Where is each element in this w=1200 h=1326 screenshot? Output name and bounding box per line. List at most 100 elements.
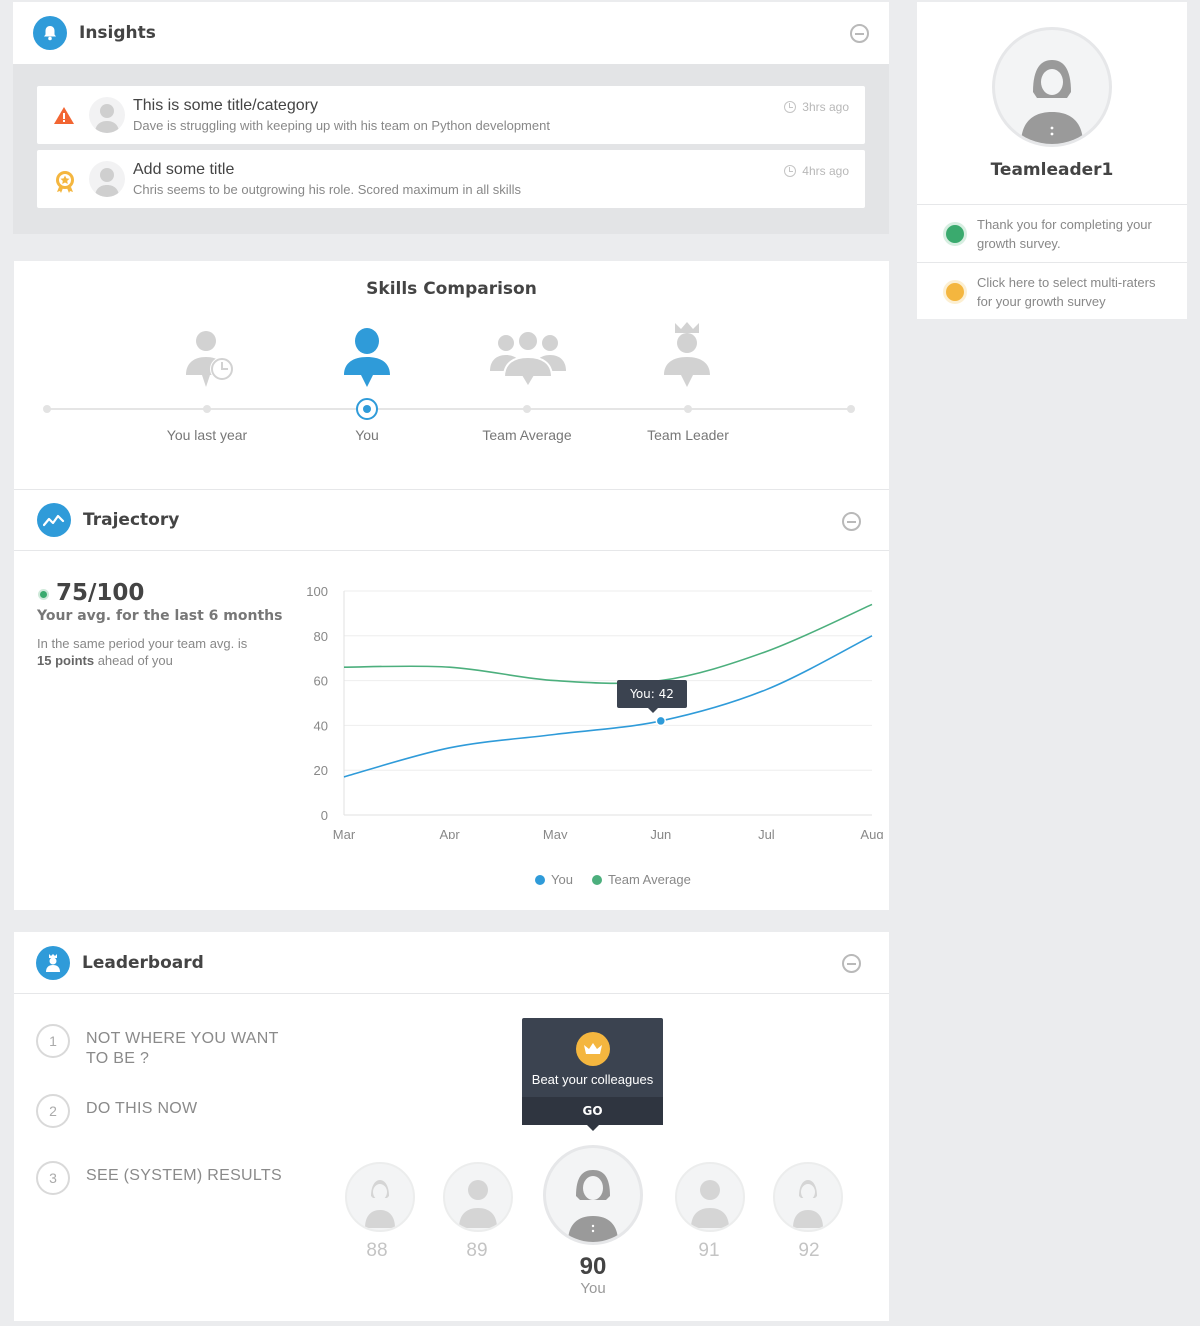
highlight-point [655, 715, 667, 727]
step-text: DO THIS NOW [86, 1100, 198, 1117]
insight-item[interactable]: This is some title/category Dave is stru… [37, 86, 865, 144]
legend-you[interactable]: You [535, 872, 573, 887]
rank-avatar[interactable] [773, 1162, 843, 1232]
trajectory-description: In the same period your team avg. is 15 p… [37, 636, 248, 668]
y-tick-label: 40 [314, 718, 328, 733]
profile-name: Teamleader1 [990, 160, 1114, 180]
slider-dot[interactable] [684, 405, 692, 413]
step-number: 2 [36, 1094, 70, 1128]
profile-avatar[interactable] [992, 27, 1112, 147]
warning-icon [53, 105, 75, 127]
x-tick-label: Apr [439, 827, 460, 839]
trajectory-title: Trajectory [83, 510, 180, 530]
team-leader-icon[interactable] [662, 321, 712, 393]
survey-complete-text: Thank you for completing your growth sur… [977, 217, 1152, 251]
clock-icon [784, 101, 797, 113]
leaderboard-step[interactable]: 2 DO THIS NOW [36, 1094, 286, 1128]
leaderboard-header: Leaderboard [14, 932, 889, 994]
leaderboard-title: Leaderboard [82, 952, 204, 973]
slider-dot[interactable] [43, 405, 51, 413]
status-dot-green [943, 222, 967, 246]
avatar [89, 97, 125, 133]
collapse-icon[interactable] [850, 24, 869, 43]
trajectory-chart: 0 20 40 60 80 100 Mar Apr May Jun Jul Aug [306, 584, 883, 839]
rank-avatar[interactable] [675, 1162, 745, 1232]
insights-panel: Insights This is some title/category Dav… [13, 2, 889, 234]
status-dot [38, 589, 49, 600]
status-dot-yellow [943, 280, 967, 304]
step-text: SEE (SYSTEM) RESULTS [86, 1167, 282, 1184]
y-tick-label: 20 [314, 763, 328, 778]
y-tick-label: 60 [314, 674, 328, 689]
trajectory-score: 75/100 [56, 580, 145, 606]
trajectory-avg-label: Your avg. for the last 6 months [37, 608, 283, 624]
leaderboard-panel: Leaderboard 1 NOT WHERE YOU WANT TO BE ?… [14, 932, 889, 1321]
skills-slider-track[interactable] [47, 408, 851, 410]
rank-number: 88 [366, 1240, 388, 1261]
collapse-icon[interactable] [842, 954, 861, 973]
rank-avatar[interactable] [443, 1162, 513, 1232]
x-tick-label: Jul [758, 827, 775, 839]
award-icon [53, 169, 75, 193]
rank-number-you: 90 [579, 1253, 607, 1280]
series-line-team-average [343, 603, 873, 685]
insight-description: Chris seems to be outgrowing his role. S… [133, 182, 521, 197]
you-last-year-icon[interactable] [182, 327, 238, 393]
rank-number: 89 [466, 1240, 488, 1261]
slider-selected-dot[interactable] [356, 398, 378, 420]
series-line-you [343, 635, 873, 778]
slider-dot[interactable] [203, 405, 211, 413]
leaderboard-step[interactable]: 1 NOT WHERE YOU WANT TO BE ? [36, 1024, 286, 1069]
step-text: NOT WHERE YOU WANT TO BE ? [86, 1030, 279, 1067]
collapse-icon[interactable] [842, 512, 861, 531]
skill-label-team-average[interactable]: Team Average [482, 427, 571, 443]
select-raters-text: Click here to select multi-raters for yo… [977, 275, 1156, 309]
insights-title: Insights [79, 23, 156, 43]
step-number: 3 [36, 1161, 70, 1195]
insight-description: Dave is struggling with keeping up with … [133, 118, 550, 133]
rank-number: 91 [698, 1240, 720, 1261]
leaderboard-step[interactable]: 3 SEE (SYSTEM) RESULTS [36, 1161, 286, 1195]
legend-team-average[interactable]: Team Average [592, 872, 691, 887]
survey-complete-item[interactable]: Thank you for completing your growth sur… [917, 204, 1187, 262]
trend-icon [37, 503, 71, 537]
you-icon[interactable] [342, 327, 392, 393]
bell-icon [33, 16, 67, 50]
step-number: 1 [36, 1024, 70, 1058]
go-button[interactable]: GO [522, 1097, 663, 1125]
rank-number: 92 [798, 1240, 820, 1261]
you-label: You [580, 1280, 606, 1297]
slider-dot[interactable] [523, 405, 531, 413]
insight-time: 3hrs ago [784, 100, 849, 114]
insights-header: Insights [13, 2, 889, 64]
select-raters-item[interactable]: Click here to select multi-raters for yo… [917, 262, 1187, 320]
skills-title: Skills Comparison [366, 279, 537, 299]
legend-dot [592, 874, 602, 885]
rank-avatar-you[interactable] [543, 1145, 643, 1245]
skills-trajectory-panel: Skills Comparison You last year You Team… [14, 261, 889, 910]
trajectory-header: Trajectory [14, 489, 889, 551]
slider-dot[interactable] [847, 405, 855, 413]
insight-title: Add some title [133, 161, 235, 178]
x-tick-label: Jun [650, 827, 671, 839]
avatar [89, 161, 125, 197]
legend-dot [535, 874, 545, 885]
rank-avatar[interactable] [345, 1162, 415, 1232]
skill-label-you[interactable]: You [355, 427, 379, 443]
chart-tooltip: You: 42 [617, 680, 687, 713]
insight-item[interactable]: Add some title Chris seems to be outgrow… [37, 150, 865, 208]
team-average-icon[interactable] [490, 327, 566, 393]
crown-icon [576, 1032, 610, 1066]
beat-colleagues-popup: Beat your colleagues GO [522, 1018, 663, 1131]
profile-panel: Teamleader1 Thank you for completing you… [917, 2, 1187, 319]
insight-title: This is some title/category [133, 97, 318, 114]
x-tick-label: Mar [333, 827, 356, 839]
y-tick-label: 100 [306, 584, 328, 599]
y-tick-label: 80 [314, 629, 328, 644]
y-tick-label: 0 [321, 808, 328, 823]
skill-label-you-last-year[interactable]: You last year [167, 427, 247, 443]
x-tick-label: May [543, 827, 568, 839]
skill-label-team-leader[interactable]: Team Leader [647, 427, 729, 443]
insight-time: 4hrs ago [784, 164, 849, 178]
popup-text: Beat your colleagues [531, 1072, 654, 1087]
